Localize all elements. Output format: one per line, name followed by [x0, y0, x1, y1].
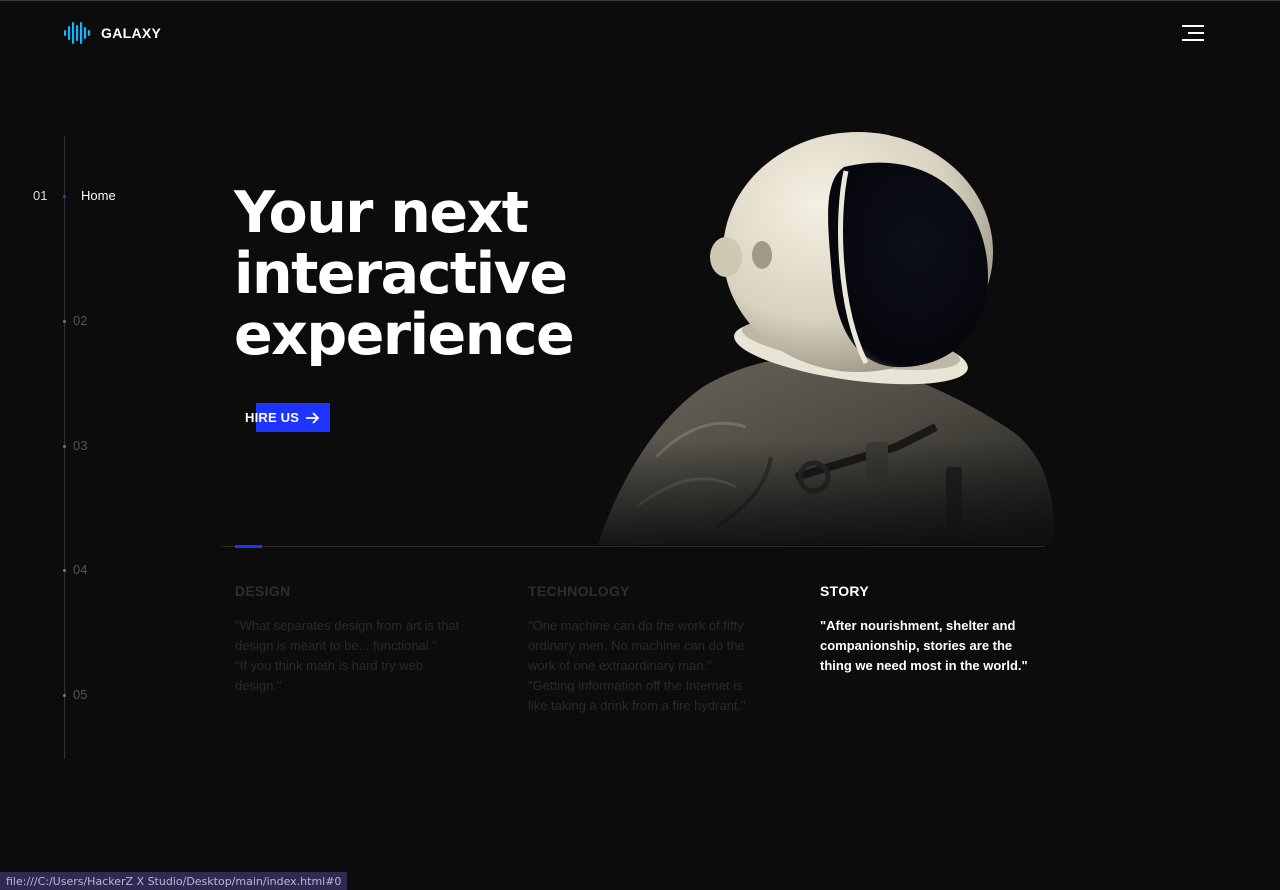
hero-title: Your next interactive experience [234, 183, 654, 366]
brand-logo[interactable]: GALAXY [64, 21, 161, 45]
side-nav-item-04[interactable]: 04 [63, 562, 88, 577]
side-nav-item-02[interactable]: 02 [63, 313, 88, 328]
nav-dot [63, 194, 66, 198]
side-nav-number: 01 [33, 188, 48, 203]
nav-dot [63, 569, 66, 572]
brand-name: GALAXY [101, 25, 162, 41]
browser-status-url: file:///C:/Users/HackerZ X Studio/Deskto… [0, 872, 348, 890]
hero-title-line: interactive [234, 241, 568, 307]
feature-quote: "Getting information off the Internet is… [528, 678, 746, 713]
feature-story[interactable]: STORY "After nourishment, shelter and co… [820, 583, 1040, 676]
hamburger-menu-icon[interactable] [1182, 25, 1204, 41]
nav-dot [63, 694, 66, 697]
side-nav-item-05[interactable]: 05 [63, 687, 88, 702]
sound-wave-icon [64, 22, 91, 44]
arrow-right-icon [306, 411, 320, 424]
side-nav-number: 03 [73, 438, 88, 453]
side-nav-item-03[interactable]: 03 [63, 438, 88, 453]
nav-dot [63, 320, 66, 323]
slider-progress-indicator [235, 545, 262, 548]
feature-quote: "What separates design from art is that … [235, 618, 460, 653]
feature-title: STORY [820, 583, 869, 599]
feature-quote: "After nourishment, shelter and companio… [820, 618, 1028, 673]
hero-title-line: experience [234, 302, 575, 368]
feature-title: DESIGN [235, 583, 291, 599]
page: GALAXY 01 Home 02 03 04 05 Your next int… [0, 0, 1280, 890]
hire-us-button[interactable]: HIRE US [245, 403, 330, 432]
side-nav-number: 04 [73, 562, 88, 577]
feature-quote: "One machine can do the work of fifty or… [528, 618, 745, 673]
hire-us-label: HIRE US [245, 410, 300, 425]
astronaut-image [596, 127, 1058, 545]
feature-design[interactable]: DESIGN "What separates design from art i… [235, 583, 465, 696]
hero-title-line: Your next [234, 180, 529, 246]
side-nav-number: 05 [73, 687, 88, 702]
feature-technology[interactable]: TECHNOLOGY "One machine can do the work … [528, 583, 758, 716]
nav-dot [63, 445, 66, 448]
feature-quote: "If you think math is hard try web desig… [235, 658, 424, 693]
section-divider [222, 546, 1045, 547]
side-nav-label: Home [81, 188, 116, 203]
side-nav-number: 02 [73, 313, 88, 328]
feature-title: TECHNOLOGY [528, 583, 630, 599]
